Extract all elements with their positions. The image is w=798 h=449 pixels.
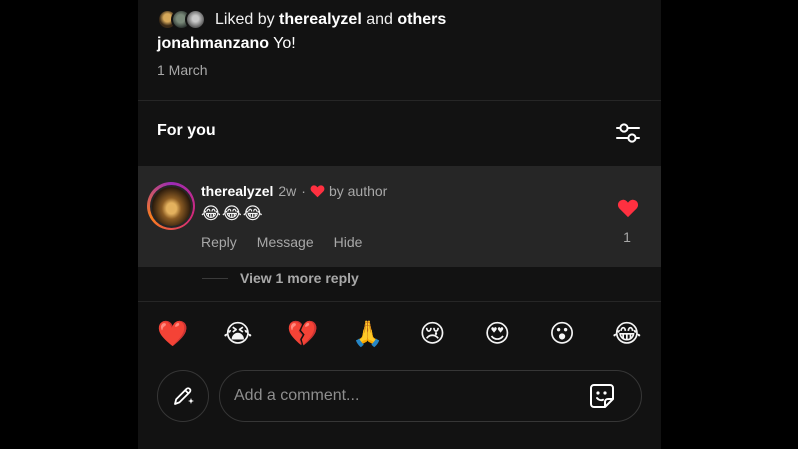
comment-time: 2w <box>278 183 297 199</box>
pen-sparkle-icon <box>174 387 194 405</box>
comment-composer <box>219 370 642 422</box>
emoji-heart-eyes[interactable]: 😍 <box>481 318 513 350</box>
comment-item[interactable]: therealyzel 2w · by author 😂😂😂 Reply Mes… <box>138 166 661 267</box>
comment-input[interactable] <box>234 371 574 421</box>
likes-text: Liked by therealyzel and others <box>215 11 446 29</box>
like-heart-icon[interactable] <box>617 198 639 218</box>
comment-actions: Reply Message Hide <box>201 234 362 250</box>
emoji-pray[interactable]: 🙏 <box>352 318 384 350</box>
reply-thread-line <box>202 277 228 279</box>
heart-icon <box>310 185 325 198</box>
comments-sheet: Liked by therealyzel and others jonahman… <box>138 0 661 449</box>
liked-by-prefix: Liked by <box>215 11 275 28</box>
quick-emoji-bar: ❤️ 😭 💔 🙏 😢 😍 😮 😂 <box>157 318 643 350</box>
likes-summary[interactable]: Liked by therealyzel and others <box>157 9 446 31</box>
ai-compose-button[interactable] <box>157 370 209 422</box>
liked-by-others[interactable]: others <box>397 11 446 28</box>
hide-button[interactable]: Hide <box>334 234 363 250</box>
caption-username[interactable]: jonahmanzano <box>157 35 269 52</box>
section-title: For you <box>157 122 216 139</box>
liked-by-author: by author <box>328 183 388 199</box>
avatar <box>185 9 206 30</box>
sliders-icon[interactable] <box>615 121 641 145</box>
divider <box>138 301 661 302</box>
liker-avatars <box>157 9 211 31</box>
comment-header: therealyzel 2w · by author <box>201 183 387 199</box>
liked-by-user[interactable]: therealyzel <box>279 11 362 28</box>
emoji-broken-heart[interactable]: 💔 <box>287 318 319 350</box>
emoji-surprised[interactable]: 😮 <box>546 318 578 350</box>
liked-by-and: and <box>366 11 393 28</box>
post-caption: jonahmanzano Yo! <box>157 35 296 53</box>
emoji-loudly-crying[interactable]: 😭 <box>222 318 254 350</box>
reply-button[interactable]: Reply <box>201 234 237 250</box>
emoji-crying[interactable]: 😢 <box>416 318 448 350</box>
emoji-heart[interactable]: ❤️ <box>157 318 189 350</box>
comment-text: 😂😂😂 <box>201 204 264 223</box>
caption-text: Yo! <box>273 35 296 52</box>
avatar[interactable] <box>147 182 195 230</box>
divider <box>138 100 661 101</box>
post-date: 1 March <box>157 62 208 78</box>
separator: · <box>301 183 306 199</box>
sticker-icon[interactable] <box>588 382 616 410</box>
message-button[interactable]: Message <box>257 234 314 250</box>
comment-username[interactable]: therealyzel <box>201 183 273 199</box>
view-more-replies[interactable]: View 1 more reply <box>202 270 359 286</box>
like-count: 1 <box>623 229 631 245</box>
view-more-label: View 1 more reply <box>240 270 359 286</box>
emoji-joy[interactable]: 😂 <box>611 318 643 350</box>
